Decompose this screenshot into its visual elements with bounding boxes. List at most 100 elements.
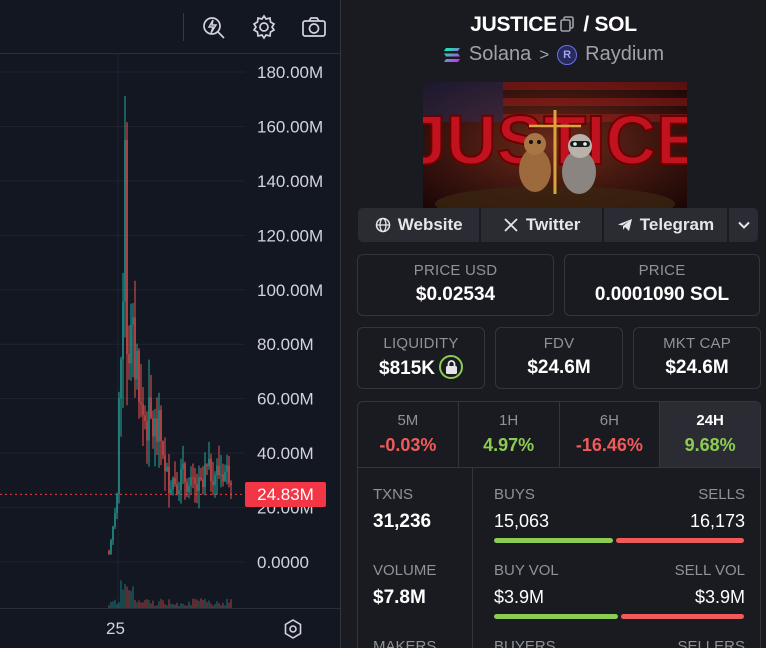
buys-value: 15,063 bbox=[494, 511, 550, 531]
volume-bar bbox=[192, 598, 194, 608]
website-link-label: Website bbox=[397, 215, 463, 234]
telegram-link-button[interactable]: Telegram bbox=[603, 208, 728, 242]
candle-body bbox=[202, 479, 204, 488]
axis-settings-icon[interactable] bbox=[282, 618, 304, 640]
base-token-symbol: JUSTICE bbox=[470, 13, 557, 36]
buy-vol-label: BUY VOL bbox=[494, 562, 559, 579]
telegram-icon bbox=[617, 219, 632, 231]
sellers-label: SELLERS bbox=[677, 638, 745, 648]
volume-bar bbox=[162, 600, 164, 608]
market-cap-value: $24.6M bbox=[665, 357, 729, 378]
tab-5m-change: -0.03% bbox=[379, 435, 437, 455]
candle-body bbox=[228, 465, 230, 483]
price-axis-tick: 40.00M bbox=[257, 444, 314, 463]
volume-bar bbox=[112, 601, 114, 608]
time-axis: 25 bbox=[0, 608, 340, 648]
buy-vol-value: $3.9M bbox=[494, 587, 545, 607]
tab-6h[interactable]: 6H -16.46% bbox=[560, 402, 661, 467]
candle-body bbox=[140, 402, 142, 405]
price-axis-tick: 0.0000 bbox=[257, 553, 309, 572]
chain-name[interactable]: Solana bbox=[469, 43, 531, 66]
price-usd-card: PRICE USD $0.02534 bbox=[357, 254, 554, 316]
candle-body bbox=[122, 301, 124, 360]
candle-body bbox=[212, 481, 214, 486]
candle-body bbox=[214, 475, 216, 486]
solana-logo-icon bbox=[443, 47, 460, 62]
candle-body bbox=[198, 477, 200, 491]
makers-label: MAKERS bbox=[373, 638, 437, 648]
chart-settings-gear-icon[interactable] bbox=[249, 12, 279, 42]
price-axis-tick: 60.00M bbox=[257, 390, 314, 409]
buyers-label: BUYERS bbox=[494, 638, 556, 648]
volume-bar bbox=[226, 598, 228, 608]
candle-body bbox=[210, 458, 212, 482]
social-links: Website Twitter Telegram bbox=[358, 208, 759, 242]
twitter-link-button[interactable]: Twitter bbox=[481, 208, 602, 242]
candle-body bbox=[156, 418, 158, 442]
candle-body bbox=[176, 484, 178, 494]
candle-body bbox=[222, 474, 224, 482]
transactions-panel: TXNS 31,236 BUYS 15,063 SELLS 16,173 VOL… bbox=[357, 467, 761, 648]
candle-body bbox=[110, 540, 112, 554]
volume-bar bbox=[132, 586, 134, 608]
volume-bar bbox=[216, 601, 218, 608]
price-axis-tick: 80.00M bbox=[257, 335, 314, 354]
token-info-pane: JUSTICE / SOL Solana > R Raydium JUST bbox=[340, 0, 766, 648]
tab-5m[interactable]: 5M -0.03% bbox=[358, 402, 459, 467]
chevron-down-icon bbox=[737, 221, 750, 229]
candle-body bbox=[132, 317, 134, 325]
sell-vol-value: $3.9M bbox=[694, 587, 745, 607]
candle-body bbox=[146, 421, 148, 441]
telegram-link-label: Telegram bbox=[639, 215, 715, 234]
buy-vol-ratio-bar bbox=[494, 614, 618, 619]
website-link-button[interactable]: Website bbox=[358, 208, 480, 242]
sells-value: 16,173 bbox=[689, 511, 745, 531]
candle-body bbox=[162, 441, 164, 456]
indicator-lightning-icon[interactable] bbox=[198, 12, 228, 42]
price-axis-tick: 100.00M bbox=[257, 281, 323, 300]
tab-1h[interactable]: 1H 4.97% bbox=[459, 402, 560, 467]
volume-bar bbox=[196, 599, 198, 608]
copy-address-icon[interactable] bbox=[560, 16, 574, 32]
liquidity-locked-icon[interactable] bbox=[439, 355, 463, 379]
volume-bar bbox=[204, 598, 206, 608]
market-cap-card: MKT CAP $24.6M bbox=[633, 327, 761, 389]
sells-ratio-bar bbox=[616, 538, 744, 543]
tab-1h-change: 4.97% bbox=[483, 435, 535, 455]
liquidity-card: LIQUIDITY $815K bbox=[357, 327, 485, 389]
candle-body bbox=[152, 418, 154, 437]
price-axis-tick: 180.00M bbox=[257, 63, 323, 82]
volume-bar bbox=[148, 600, 150, 608]
timeframe-tabs: 5M -0.03% 1H 4.97% 6H -16.46% 24H 9.68% bbox=[357, 401, 761, 467]
candle-body bbox=[130, 324, 132, 364]
screenshot-camera-icon[interactable] bbox=[299, 12, 329, 42]
liquidity-value: $815K bbox=[379, 358, 435, 380]
tab-24h[interactable]: 24H 9.68% bbox=[660, 402, 760, 467]
quote-token-symbol: SOL bbox=[594, 13, 637, 36]
volume-bar bbox=[198, 600, 200, 608]
tab-24h-label: 24H bbox=[696, 412, 724, 429]
sells-label: SELLS bbox=[698, 486, 745, 503]
candle-body bbox=[186, 482, 188, 492]
candle-body bbox=[220, 474, 222, 476]
candle-body bbox=[120, 359, 122, 399]
volume-bar bbox=[202, 599, 204, 608]
candle-body bbox=[170, 489, 172, 494]
candle-body bbox=[194, 477, 196, 484]
candle-body bbox=[196, 483, 198, 491]
dex-name[interactable]: Raydium bbox=[585, 43, 664, 66]
tab-6h-change: -16.46% bbox=[575, 435, 643, 455]
candle-body bbox=[144, 415, 146, 422]
volume-bar bbox=[146, 599, 148, 608]
candle-body bbox=[174, 477, 176, 485]
candle-body bbox=[180, 469, 182, 491]
volume-bar bbox=[152, 600, 154, 608]
pair-header: JUSTICE / SOL Solana > R Raydium bbox=[341, 0, 766, 82]
more-links-dropdown[interactable] bbox=[729, 208, 759, 242]
tab-6h-label: 6H bbox=[599, 412, 619, 429]
candlestick-chart[interactable]: 180.00M 160.00M 140.00M 120.00M 100.00M 80.00… bbox=[0, 54, 340, 608]
buys-label: BUYS bbox=[494, 486, 535, 503]
price-chart-pane[interactable]: 180.00M 160.00M 140.00M 120.00M 100.00M 80.00… bbox=[0, 0, 340, 648]
candle-body bbox=[136, 350, 138, 380]
fdv-card: FDV $24.6M bbox=[495, 327, 623, 389]
